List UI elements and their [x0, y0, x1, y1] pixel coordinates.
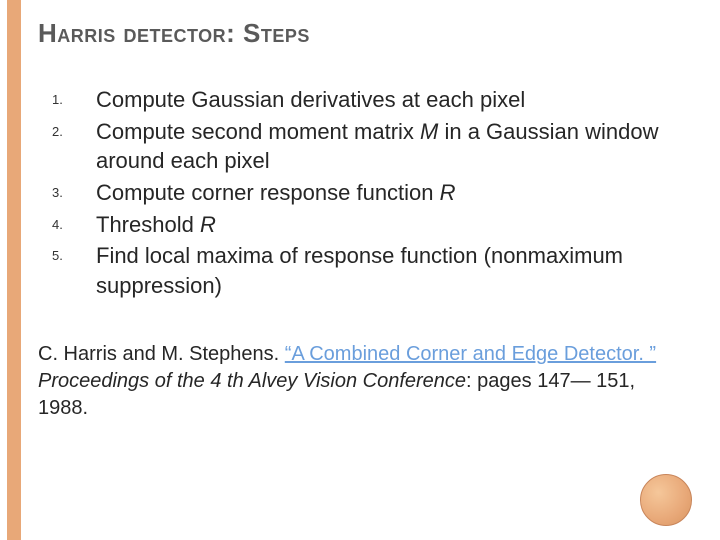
citation: C. Harris and M. Stephens. “A Combined C… — [38, 341, 690, 422]
steps-list: Compute Gaussian derivatives at each pix… — [52, 85, 690, 301]
page-title: Harris detector: Steps — [38, 18, 690, 49]
list-item: Threshold R — [52, 210, 690, 240]
step-text: Compute corner response function — [96, 180, 440, 205]
citation-conference: Proceedings of the 4 th Alvey Vision Con… — [38, 370, 466, 392]
step-text: Threshold — [96, 212, 200, 237]
list-item: Compute second moment matrix M in a Gaus… — [52, 117, 690, 176]
step-var: R — [200, 212, 216, 237]
step-text: Compute second moment matrix — [96, 119, 420, 144]
step-text: Compute Gaussian derivatives at each pix… — [96, 87, 525, 112]
citation-link[interactable]: “A Combined Corner and Edge Detector. ” — [285, 343, 656, 365]
accent-bar — [7, 0, 21, 540]
list-item: Compute corner response function R — [52, 178, 690, 208]
list-item: Compute Gaussian derivatives at each pix… — [52, 85, 690, 115]
citation-authors: C. Harris and M. Stephens. — [38, 343, 285, 365]
step-text: Find local maxima of response function (… — [96, 243, 623, 298]
slide-content: Harris detector: Steps Compute Gaussian … — [38, 18, 690, 422]
step-var: R — [440, 180, 456, 205]
step-var: M — [420, 119, 438, 144]
list-item: Find local maxima of response function (… — [52, 241, 690, 300]
decorative-circle-icon — [640, 474, 692, 526]
